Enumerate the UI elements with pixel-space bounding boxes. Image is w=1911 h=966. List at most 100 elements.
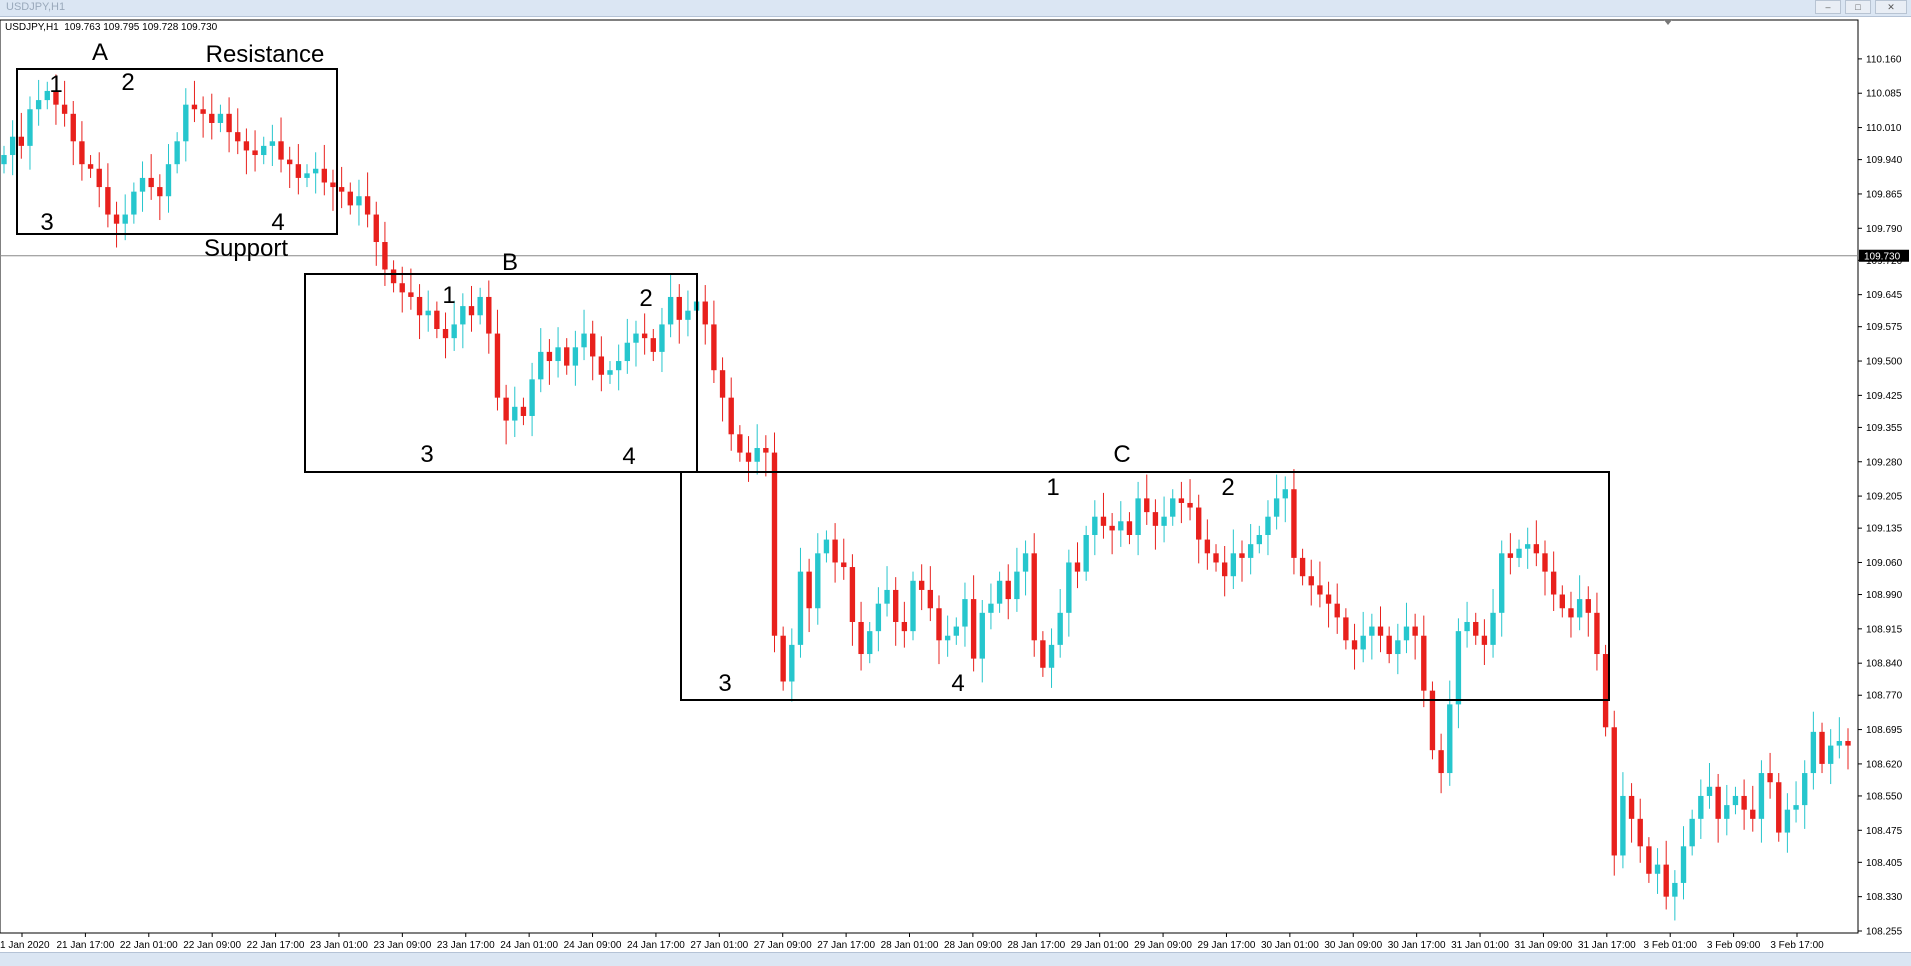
bull-candle (1689, 818, 1695, 847)
bear-candle (105, 187, 111, 215)
bull-candle (1576, 599, 1583, 618)
bull-candle (1499, 553, 1505, 613)
bull-candle (1170, 498, 1176, 517)
bear-candle (1542, 553, 1548, 572)
x-tick-label: 21 Jan 2020 (0, 940, 50, 951)
bear-candle (252, 150, 258, 156)
bull-candle (1758, 773, 1765, 819)
bear-candle (901, 621, 908, 632)
y-tick-label: 109.135 (1866, 524, 1903, 535)
bull-candle (217, 113, 224, 123)
x-tick-label: 27 Jan 01:00 (690, 940, 748, 951)
bull-candle (659, 324, 665, 352)
bull-candle (261, 145, 267, 156)
bear-candle (1109, 525, 1115, 531)
bull-candle (1118, 521, 1124, 531)
bear-candle (278, 141, 284, 160)
bull-candle (1360, 635, 1366, 650)
bull-candle (1092, 516, 1098, 536)
bear-candle (763, 448, 769, 453)
x-tick-label: 30 Jan 09:00 (1324, 940, 1382, 951)
bear-candle (1819, 731, 1825, 764)
bear-candle (235, 132, 241, 142)
annotation-label-a1: 1 (49, 71, 62, 98)
bear-candle (287, 159, 293, 165)
bull-candle (815, 553, 821, 609)
bear-candle (780, 635, 786, 682)
bull-candle (1403, 626, 1410, 641)
bear-candle (849, 567, 856, 622)
bear-candle (70, 113, 76, 142)
bear-candle (1550, 571, 1557, 595)
bull-candle (1810, 731, 1817, 774)
bear-candle (771, 452, 778, 636)
annotation-label-b4: 4 (622, 443, 635, 470)
x-tick-label: 24 Jan 17:00 (627, 940, 685, 951)
bear-candle (390, 269, 397, 284)
y-tick-label: 108.255 (1866, 927, 1903, 938)
bull-candle (944, 635, 951, 641)
x-tick-label: 31 Jan 01:00 (1451, 940, 1509, 951)
bear-candle (711, 324, 717, 371)
bear-candle (1196, 507, 1202, 540)
bull-candle (1265, 516, 1271, 536)
bear-candle (927, 589, 934, 609)
bear-candle (737, 434, 743, 453)
annotation-label-support: Support (204, 235, 288, 262)
bear-candle (728, 397, 734, 435)
x-tick-label: 3 Feb 17:00 (1770, 940, 1824, 951)
bull-candle (1247, 544, 1254, 558)
bear-candle (87, 164, 94, 169)
bear-candle (295, 164, 302, 178)
bear-candle (1438, 750, 1444, 774)
x-tick-label: 3 Feb 09:00 (1707, 940, 1761, 951)
bear-candle (1646, 846, 1652, 874)
bull-candle (884, 589, 890, 604)
bull-candle (1057, 612, 1063, 645)
bull-candle (1828, 745, 1834, 764)
bear-candle (442, 328, 449, 339)
bear-candle (702, 301, 708, 325)
bear-candle (1767, 773, 1773, 783)
x-tick-label: 31 Jan 09:00 (1515, 940, 1573, 951)
y-tick-label: 109.500 (1866, 357, 1903, 368)
bear-candle (564, 347, 570, 366)
bull-candle (667, 296, 674, 325)
bull-candle (356, 196, 362, 206)
minimize-button[interactable]: – (1815, 0, 1841, 14)
close-button[interactable]: ✕ (1875, 0, 1907, 14)
annotation-label-b3: 3 (420, 441, 433, 468)
bear-candle (157, 187, 163, 197)
bull-candle (1654, 864, 1661, 874)
bear-candle (1559, 594, 1565, 609)
y-tick-label: 108.620 (1866, 759, 1903, 770)
y-tick-label: 109.205 (1866, 492, 1903, 503)
y-tick-label: 109.865 (1866, 189, 1903, 200)
x-tick-label: 21 Jan 17:00 (56, 940, 114, 951)
bear-candle (719, 370, 726, 398)
bull-candle (1680, 846, 1687, 883)
bear-candle (1663, 864, 1669, 897)
restore-button[interactable]: □ (1845, 0, 1871, 14)
y-tick-label: 109.790 (1866, 224, 1903, 235)
bull-candle (555, 347, 561, 362)
bear-candle (1144, 498, 1150, 513)
bear-candle (841, 562, 847, 568)
bull-candle (460, 306, 466, 325)
bear-candle (858, 621, 864, 655)
bear-candle (243, 141, 250, 151)
bear-candle (546, 351, 553, 362)
bull-candle (1516, 548, 1522, 558)
bull-candle (1048, 644, 1055, 668)
x-tick-label: 23 Jan 09:00 (373, 940, 431, 951)
y-tick-label: 110.085 (1866, 89, 1902, 100)
bull-candle (312, 168, 319, 174)
price-chart[interactable]: 110.160 110.085 110.010 109.940 109.865 109.7… (0, 17, 1911, 952)
bear-candle (434, 310, 440, 329)
annotation-label-c3: 3 (718, 670, 731, 697)
bear-candle (468, 306, 475, 316)
bull-candle (183, 104, 189, 142)
annotation-label-resistance: Resistance (206, 41, 325, 68)
bull-candle (425, 310, 431, 316)
y-tick-label: 109.060 (1866, 558, 1903, 569)
